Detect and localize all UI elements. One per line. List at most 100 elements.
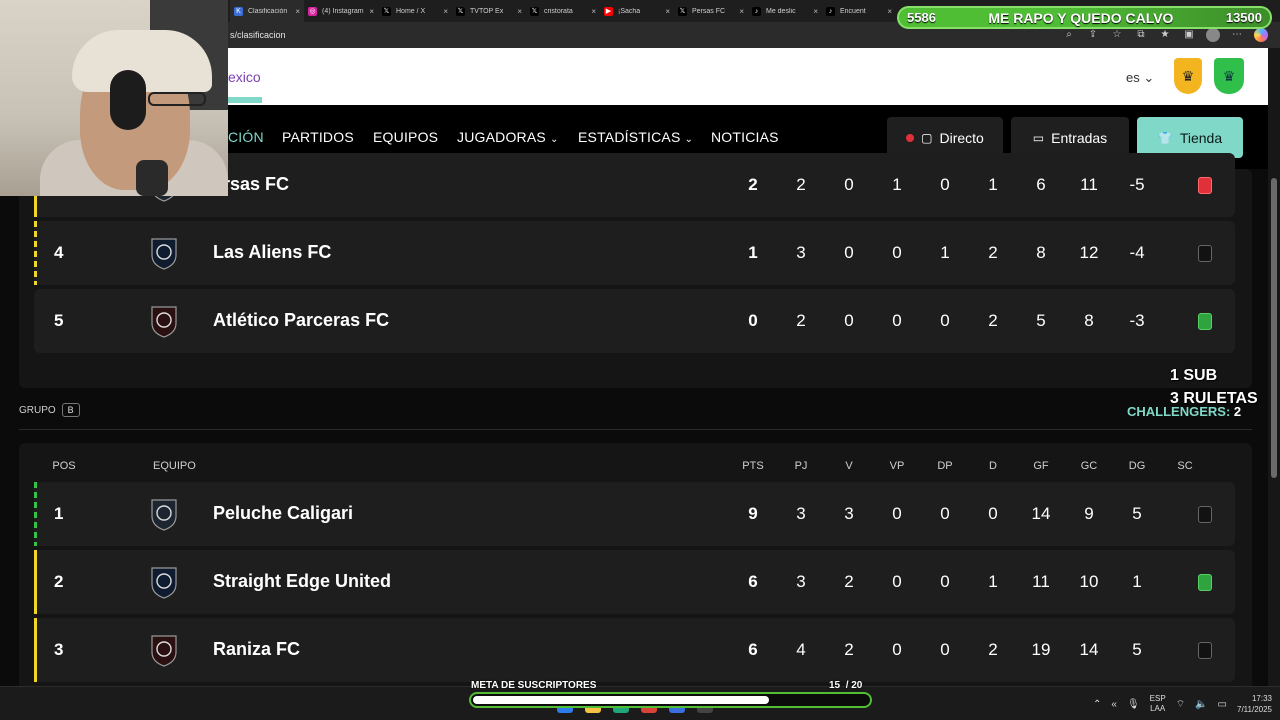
- team-name[interactable]: Atlético Parceras FC: [213, 310, 389, 331]
- close-icon[interactable]: ×: [813, 7, 818, 16]
- stat-cell: 0: [940, 311, 950, 330]
- header-d: D: [989, 460, 997, 472]
- profile-icon[interactable]: [1206, 28, 1220, 42]
- header-dp: DP: [937, 460, 953, 472]
- collections-icon[interactable]: ▣: [1182, 28, 1196, 42]
- stat-cell: 1: [940, 243, 950, 262]
- nav-partidos[interactable]: PARTIDOS: [282, 129, 354, 145]
- keyboard-language[interactable]: ESP LAA: [1150, 694, 1166, 714]
- standings-row[interactable]: 5 Atlético Parceras FC 0 2 0 0 0 2 5 8 -3: [34, 289, 1235, 353]
- team-crest-icon[interactable]: [146, 303, 182, 339]
- stat-cell: 2: [844, 572, 854, 591]
- stat-cell: 0: [844, 175, 854, 194]
- browser-tab[interactable]: ♪ Encuent ×: [822, 0, 896, 22]
- close-icon[interactable]: ×: [591, 7, 596, 16]
- team-name[interactable]: Las Aliens FC: [213, 242, 331, 263]
- entradas-button[interactable]: ▭ Entradas: [1011, 117, 1129, 158]
- sc-card-icon: [1198, 506, 1212, 523]
- zoom-icon[interactable]: ⌕: [1062, 28, 1076, 42]
- url-text[interactable]: s/clasificacion: [230, 30, 286, 40]
- page-scrollbar[interactable]: [1268, 48, 1280, 686]
- language-selector[interactable]: es ⌄: [1126, 70, 1154, 86]
- bookmark-star-icon[interactable]: ☆: [1110, 28, 1124, 42]
- close-icon[interactable]: ×: [665, 7, 670, 16]
- browser-tab[interactable]: 𝕏 TVTOP Ex ×: [452, 0, 526, 22]
- stat-cell: 8: [1084, 311, 1094, 330]
- site-brand[interactable]: exico: [228, 69, 261, 85]
- browser-tab[interactable]: 𝕏cristorata ×: [526, 0, 600, 22]
- favorites-icon[interactable]: ★: [1158, 28, 1172, 42]
- stat-cell: 14: [1031, 504, 1051, 523]
- webcam-headphones: [110, 70, 146, 130]
- volume-icon[interactable]: 🔈: [1195, 699, 1207, 710]
- kings-league-logo-icon[interactable]: ♛: [1174, 58, 1202, 94]
- browser-tab[interactable]: ◎ (4) Instagram ×: [304, 0, 378, 22]
- share-icon[interactable]: ⇪: [1086, 28, 1100, 42]
- browser-tab[interactable]: ♪ Me deslic ×: [748, 0, 822, 22]
- nav-noticias[interactable]: NOTICIAS: [711, 129, 779, 145]
- header-pts: PTS: [742, 460, 764, 472]
- stat-cell: 1: [748, 243, 758, 262]
- clock-date: 7/11/2025: [1237, 705, 1272, 714]
- standings-row[interactable]: 2 Straight Edge United 6 3 2 0 0 1 11 10 1: [34, 550, 1235, 614]
- stat-cell: 3: [844, 504, 854, 523]
- directo-button[interactable]: ▢ Directo: [887, 117, 1003, 158]
- stat-cell: 0: [892, 640, 902, 659]
- battery-icon[interactable]: ▭: [1218, 699, 1227, 710]
- tab-title: cristorata: [544, 7, 573, 15]
- more-menu-icon[interactable]: ⋯: [1230, 28, 1244, 42]
- team-crest-icon[interactable]: [146, 235, 182, 271]
- scrollbar-thumb[interactable]: [1271, 178, 1277, 478]
- stream-goal-overlay: 5586 ME RAPO Y QUEDO CALVO 13500: [897, 6, 1272, 29]
- tab-title: Persas FC: [692, 7, 726, 15]
- team-name[interactable]: Raniza FC: [213, 639, 300, 660]
- webcam-glasses: [148, 92, 206, 106]
- tray-app-icon[interactable]: «: [1111, 699, 1117, 710]
- tab-title: (4) Instagram: [322, 7, 364, 15]
- tienda-button[interactable]: 👕 Tienda: [1137, 117, 1243, 158]
- goal-separator: /: [845, 680, 849, 691]
- directo-label: Directo: [939, 129, 984, 146]
- close-icon[interactable]: ×: [295, 7, 300, 16]
- close-icon[interactable]: ×: [443, 7, 448, 16]
- position: 1: [54, 504, 64, 523]
- microphone-icon[interactable]: 🎙: [1127, 699, 1140, 710]
- close-icon[interactable]: ×: [369, 7, 374, 16]
- stat-cell: 4: [796, 640, 806, 659]
- header-vp: VP: [889, 460, 905, 472]
- close-icon[interactable]: ×: [739, 7, 744, 16]
- team-crest-icon[interactable]: [146, 632, 182, 668]
- position: 4: [54, 243, 64, 262]
- header-equipo: EQUIPO: [153, 460, 196, 472]
- header-sc: SC: [1177, 460, 1193, 472]
- clock[interactable]: 17:33 7/11/2025: [1237, 693, 1272, 715]
- browser-tab[interactable]: K Clasificación ×: [230, 0, 304, 22]
- team-name[interactable]: Straight Edge United: [213, 571, 391, 592]
- standings-row[interactable]: 3 Raniza FC 6 4 2 0 0 2 19 14 5: [34, 618, 1235, 682]
- browser-tab[interactable]: ▶ ¡Sacha ×: [600, 0, 674, 22]
- standings-row[interactable]: 1 Peluche Caligari 9 3 3 0 0 0 14 9 5: [34, 482, 1235, 546]
- team-name[interactable]: Peluche Caligari: [213, 503, 353, 524]
- browser-tab[interactable]: 𝕏 Persas FC ×: [674, 0, 748, 22]
- copilot-icon[interactable]: [1254, 28, 1268, 42]
- tray-chevron-up-icon[interactable]: ⌃: [1093, 699, 1101, 710]
- goal-current: 15: [829, 680, 841, 691]
- nav-estadisticas[interactable]: ESTADÍSTICAS ⌄: [578, 129, 693, 145]
- stat-cell: 1: [1132, 572, 1142, 591]
- nav-jugadoras[interactable]: JUGADORAS ⌄: [457, 129, 559, 145]
- close-icon[interactable]: ×: [517, 7, 522, 16]
- team-crest-icon[interactable]: [146, 564, 182, 600]
- sc-card-icon: [1198, 574, 1212, 591]
- close-icon[interactable]: ×: [887, 7, 892, 16]
- extensions-icon[interactable]: ⧉: [1134, 28, 1148, 42]
- standings-row[interactable]: 4 Las Aliens FC 1 3 0 0 1 2 8 12 -4: [34, 221, 1235, 285]
- queens-league-logo-icon[interactable]: ♛: [1214, 58, 1244, 94]
- tab-title: Home / X: [396, 7, 426, 15]
- nav-equipos[interactable]: EQUIPOS: [373, 129, 438, 145]
- nav-clasificacion[interactable]: CIÓN: [228, 129, 264, 145]
- stat-cell: 1: [892, 175, 902, 194]
- browser-tab[interactable]: 𝕏 Home / X ×: [378, 0, 452, 22]
- group-b-panel: POS EQUIPO PTS PJ V VP DP D GF GC DG SC 1 Peluche Cal…: [19, 443, 1252, 693]
- wifi-icon[interactable]: ⌔: [1176, 698, 1185, 711]
- team-crest-icon[interactable]: [146, 496, 182, 532]
